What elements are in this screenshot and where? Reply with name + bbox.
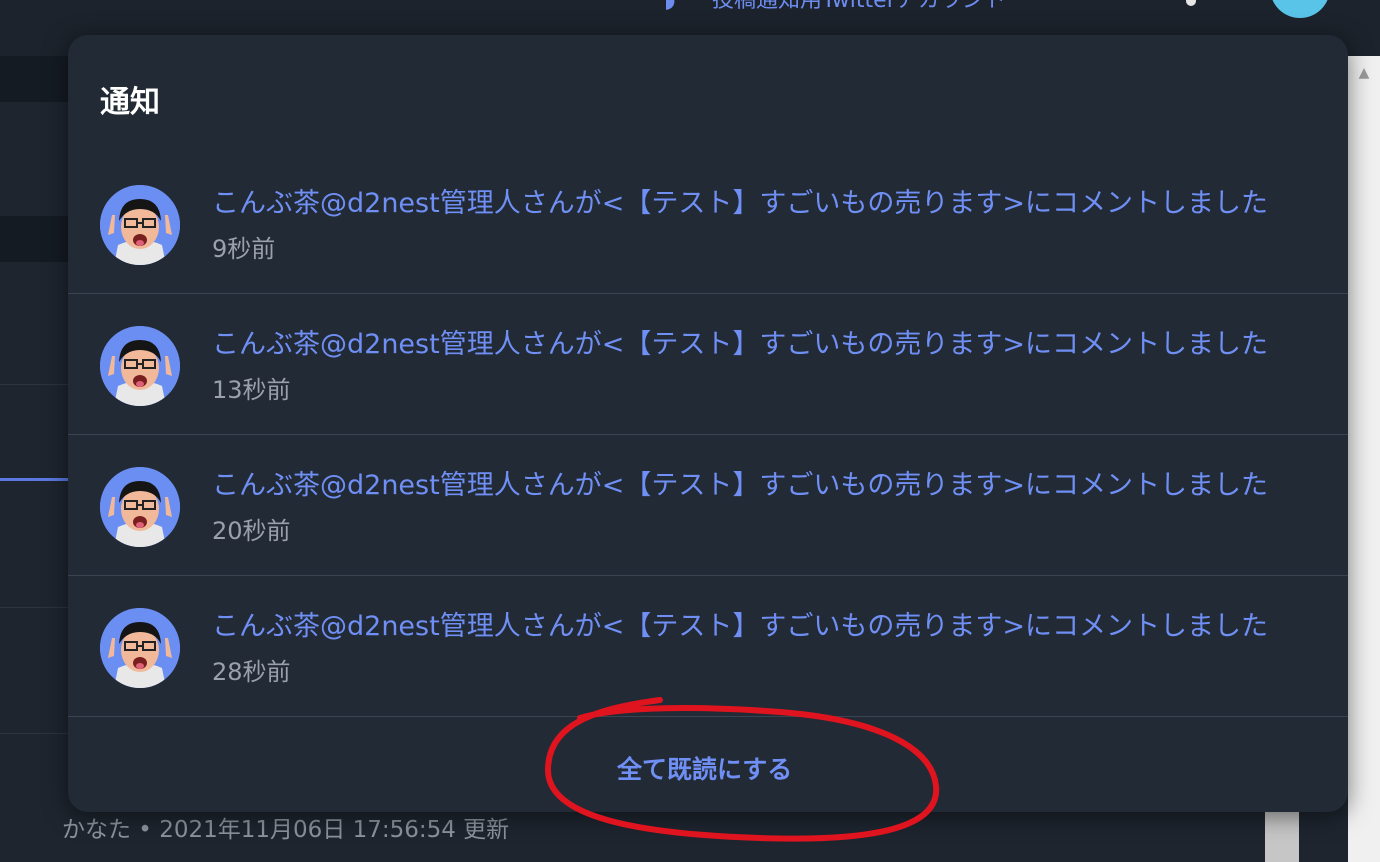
user-avatar[interactable] bbox=[1270, 0, 1330, 18]
notification-message[interactable]: こんぶ茶@d2nest管理人さんが<【テスト】すごいもの売ります>にコメントしま… bbox=[212, 610, 1268, 644]
notification-time: 13秒前 bbox=[212, 376, 291, 404]
avatar-face-icon bbox=[100, 185, 180, 265]
avatar bbox=[100, 467, 180, 547]
notification-message[interactable]: こんぶ茶@d2nest管理人さんが<【テスト】すごいもの売ります>にコメントしま… bbox=[212, 328, 1268, 362]
twitter-account-link[interactable]: ◗ 投稿通知用Twitterアカウント bbox=[664, 0, 1006, 12]
scrollbar[interactable] bbox=[1348, 56, 1380, 862]
notification-item[interactable]: こんぶ茶@d2nest管理人さんが<【テスト】すごいもの売ります>にコメントしま… bbox=[68, 294, 1348, 435]
avatar-face-icon bbox=[100, 608, 180, 688]
scroll-up-arrow-icon[interactable]: ▲ bbox=[1348, 60, 1380, 86]
notification-title: 通知 bbox=[100, 85, 160, 120]
notification-message[interactable]: こんぶ茶@d2nest管理人さんが<【テスト】すごいもの売ります>にコメントしま… bbox=[212, 469, 1268, 503]
notification-item[interactable]: こんぶ茶@d2nest管理人さんが<【テスト】すごいもの売ります>にコメントしま… bbox=[68, 153, 1348, 294]
notification-list: こんぶ茶@d2nest管理人さんが<【テスト】すごいもの売ります>にコメントしま… bbox=[68, 153, 1348, 717]
bell-icon[interactable] bbox=[1186, 0, 1196, 6]
notification-popover: 通知 こんぶ茶@d2nest管理人さんが<【テスト】すごいもの売ります>にコメン… bbox=[68, 35, 1348, 812]
avatar bbox=[100, 326, 180, 406]
mark-all-read-button[interactable]: 全て既読にする bbox=[617, 750, 792, 786]
notification-time: 9秒前 bbox=[212, 235, 276, 263]
notification-message[interactable]: こんぶ茶@d2nest管理人さんが<【テスト】すごいもの売ります>にコメントしま… bbox=[212, 187, 1268, 221]
notification-item[interactable]: こんぶ茶@d2nest管理人さんが<【テスト】すごいもの売ります>にコメントしま… bbox=[68, 435, 1348, 576]
avatar bbox=[100, 608, 180, 688]
twitter-account-label: 投稿通知用Twitterアカウント bbox=[712, 0, 1006, 13]
avatar-face-icon bbox=[100, 467, 180, 547]
twitter-icon: ◗ bbox=[664, 0, 676, 13]
post-meta: かなた • 2021年11月06日 17:56:54 更新 bbox=[62, 817, 510, 843]
notification-time: 28秒前 bbox=[212, 658, 291, 686]
avatar bbox=[100, 185, 180, 265]
notification-time: 20秒前 bbox=[212, 517, 291, 545]
avatar-face-icon bbox=[100, 326, 180, 406]
notification-item[interactable]: こんぶ茶@d2nest管理人さんが<【テスト】すごいもの売ります>にコメントしま… bbox=[68, 576, 1348, 717]
